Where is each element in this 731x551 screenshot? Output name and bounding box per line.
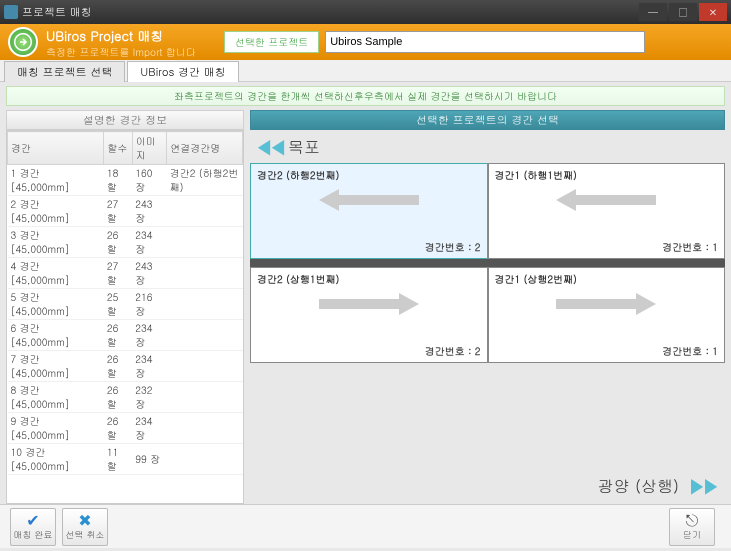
card-title: 경간1 (하행1번째) xyxy=(495,168,577,182)
right-panel-title: 선택한 프로젝트의 경간 선택 xyxy=(250,110,725,130)
cancel-button[interactable]: ✖ 선택 취소 xyxy=(62,508,108,546)
arrow-right-icon xyxy=(8,27,38,57)
done-button[interactable]: ✔ 매칭 완료 xyxy=(10,508,56,546)
footer: ✔ 매칭 완료 ✖ 선택 취소 ⎋ 닫기 xyxy=(0,504,731,548)
titlebar: 프로젝트 매칭 ─ □ ✕ xyxy=(0,0,731,24)
span-table[interactable]: 경간 할수 이미지 연결경간명 1 경간 [45,000mm]18 할160 장… xyxy=(6,130,244,504)
col-linked[interactable]: 연결경간명 xyxy=(167,132,243,165)
arrow-left-icon xyxy=(556,189,656,215)
col-span[interactable]: 경간 xyxy=(8,132,104,165)
table-row[interactable]: 10 경간 [45,000mm]11 할99 장 xyxy=(8,444,243,475)
tab-project-select[interactable]: 매칭 프로젝트 선택 xyxy=(4,61,125,82)
nav-left-label: 목포 xyxy=(288,135,320,158)
tab-span-matching[interactable]: UBiros 경간 매칭 xyxy=(127,61,238,82)
table-row[interactable]: 3 경간 [45,000mm]26 할234 장 xyxy=(8,227,243,258)
card-number: 경간번호 : 1 xyxy=(662,240,718,254)
app-icon xyxy=(4,5,18,19)
table-row[interactable]: 7 경간 [45,000mm]26 할234 장 xyxy=(8,351,243,382)
card-title: 경간2 (하행2번째) xyxy=(257,168,339,182)
col-count[interactable]: 할수 xyxy=(104,132,132,165)
nav-right-label: 광양 (상행) xyxy=(598,474,679,497)
minimize-button[interactable]: ─ xyxy=(639,3,667,21)
table-row[interactable]: 4 경간 [45,000mm]27 할243 장 xyxy=(8,258,243,289)
table-row[interactable]: 8 경간 [45,000mm]26 할232 장 xyxy=(8,382,243,413)
arrow-right-icon xyxy=(319,293,419,319)
arrow-left-icon xyxy=(319,189,419,215)
table-row[interactable]: 5 경간 [45,000mm]25 할216 장 xyxy=(8,289,243,320)
card-number: 경간번호 : 2 xyxy=(425,344,481,358)
span-card[interactable]: 경간1 (상행2번째) 경간번호 : 1 xyxy=(488,267,726,363)
cancel-icon: ✖ xyxy=(78,512,91,528)
arrow-right-icon xyxy=(556,293,656,319)
chevron-left-icon[interactable]: ◀◀ xyxy=(254,132,282,161)
page-title: UBiros Project 매칭 xyxy=(46,26,196,45)
instruction-text: 좌측프로젝트의 경간을 한개씩 선택하신후우측에서 실제 경간을 선택하시기 바… xyxy=(6,86,725,106)
exit-icon: ⎋ xyxy=(686,512,699,528)
table-row[interactable]: 6 경간 [45,000mm]26 할234 장 xyxy=(8,320,243,351)
card-number: 경간번호 : 1 xyxy=(662,344,718,358)
card-title: 경간1 (상행2번째) xyxy=(495,272,577,286)
tabs: 매칭 프로젝트 선택 UBiros 경간 매칭 xyxy=(0,60,731,82)
window-title: 프로젝트 매칭 xyxy=(22,5,637,20)
chevron-right-icon[interactable]: ▶▶ xyxy=(687,471,715,500)
card-title: 경간2 (상행1번째) xyxy=(257,272,339,286)
right-panel: 선택한 프로젝트의 경간 선택 ◀◀ 목포 경간2 (하행2번째) 경간번호 : … xyxy=(250,110,725,504)
table-row[interactable]: 9 경간 [45,000mm]26 할234 장 xyxy=(8,413,243,444)
project-label: 선택한 프로젝트 xyxy=(224,31,319,53)
check-icon: ✔ xyxy=(26,512,39,528)
span-card[interactable]: 경간2 (상행1번째) 경간번호 : 2 xyxy=(250,267,488,363)
left-panel-title: 설명한 경간 정보 xyxy=(6,110,244,130)
span-card[interactable]: 경간1 (하행1번째) 경간번호 : 1 xyxy=(488,163,726,259)
project-input[interactable] xyxy=(325,31,645,53)
table-row[interactable]: 2 경간 [45,000mm]27 할243 장 xyxy=(8,196,243,227)
header: UBiros Project 매칭 측정한 프로젝트를 Import 합니다 선… xyxy=(0,24,731,60)
col-image[interactable]: 이미지 xyxy=(132,132,166,165)
close-dialog-button[interactable]: ⎋ 닫기 xyxy=(669,508,715,546)
span-card[interactable]: 경간2 (하행2번째) 경간번호 : 2 xyxy=(250,163,488,259)
left-panel: 설명한 경간 정보 경간 할수 이미지 연결경간명 1 경간 [45,000mm… xyxy=(6,110,244,504)
track-divider xyxy=(250,259,725,267)
page-subtitle: 측정한 프로젝트를 Import 합니다 xyxy=(46,45,196,59)
close-button[interactable]: ✕ xyxy=(699,3,727,21)
card-number: 경간번호 : 2 xyxy=(425,240,481,254)
maximize-button[interactable]: □ xyxy=(669,3,697,21)
table-row[interactable]: 1 경간 [45,000mm]18 할160 장경간2 (하행2번째) xyxy=(8,165,243,196)
